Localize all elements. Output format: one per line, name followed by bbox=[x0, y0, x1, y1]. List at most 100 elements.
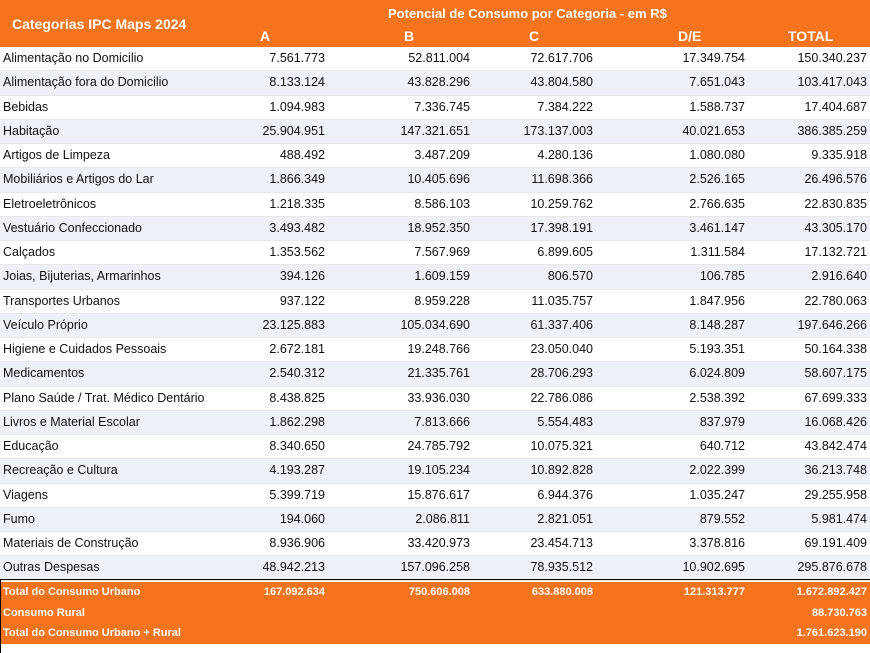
row-value: 29.255.958 bbox=[804, 487, 867, 502]
row-value: 157.096.258 bbox=[400, 560, 470, 575]
row-label: Joias, Bijuterias, Armarinhos bbox=[3, 269, 161, 284]
row-value: 173.137.003 bbox=[523, 123, 593, 138]
row-value: 28.706.293 bbox=[530, 366, 593, 381]
row-value: 17.132.721 bbox=[804, 245, 867, 259]
row-value: 18.952.350 bbox=[407, 220, 470, 235]
row-value: 2.916.640 bbox=[811, 269, 867, 284]
row-value: 4.193.287 bbox=[269, 463, 325, 478]
row-value: 10.075.321 bbox=[530, 439, 593, 453]
row-value: 25.904.951 bbox=[262, 123, 325, 138]
table-row: Veículo Próprio 23.125.883 105.034.690 61.3… bbox=[0, 313, 870, 338]
row-label: Recreação e Cultura bbox=[3, 463, 118, 478]
row-value: 103.417.043 bbox=[797, 75, 867, 90]
row-value: 78.935.512 bbox=[530, 560, 593, 575]
row-value: 1.080.080 bbox=[689, 148, 745, 162]
row-value: 6.899.605 bbox=[537, 245, 593, 259]
row-value: 8.148.287 bbox=[689, 317, 745, 332]
row-label: Higiene e Cuidados Pessoais bbox=[3, 342, 167, 356]
row-value: 22.786.086 bbox=[530, 390, 593, 405]
table-row: Higiene e Cuidados Pessoais 2.672.181 19.2… bbox=[0, 338, 870, 363]
table-row: Alimentação fora do Domicilio 8.133.124 43… bbox=[0, 71, 870, 96]
row-value: 2.526.165 bbox=[689, 172, 745, 187]
row-value: 105.034.690 bbox=[400, 317, 470, 332]
row-value: 16.068.426 bbox=[804, 414, 867, 429]
row-value: 23.454.713 bbox=[530, 536, 593, 550]
row-value: 640.712 bbox=[699, 439, 745, 453]
row-value: 2.022.399 bbox=[689, 463, 745, 478]
table-row: Recreação e Cultura 4.193.287 19.105.234 10… bbox=[0, 459, 870, 484]
row-value: 806.570 bbox=[547, 269, 593, 284]
table-row: Bebidas 1.094.983 7.336.745 7.384.222 1.588.… bbox=[0, 96, 870, 120]
row-value: 1.094.983 bbox=[269, 99, 325, 114]
row-value: 61.337.406 bbox=[530, 317, 593, 332]
row-value: 2.766.635 bbox=[689, 196, 745, 211]
totals-value: 633.880.008 bbox=[531, 586, 593, 598]
row-value: 11.698.366 bbox=[531, 172, 593, 187]
totals-value: 88.730.763 bbox=[811, 606, 867, 619]
table-row: Educação 8.340.650 24.785.792 10.075.321 640… bbox=[0, 435, 870, 460]
column-header-de: D/E bbox=[678, 28, 702, 44]
row-value: 11.035.757 bbox=[531, 293, 593, 308]
row-value: 2.540.312 bbox=[269, 366, 325, 381]
totals-value: 750.606.008 bbox=[408, 586, 470, 598]
row-value: 197.646.266 bbox=[797, 317, 867, 332]
row-value: 2.672.181 bbox=[269, 342, 325, 356]
row-value: 106.785 bbox=[699, 269, 745, 284]
table-row: Joias, Bijuterias, Armarinhos 394.126 1.60… bbox=[0, 265, 870, 290]
row-value: 8.340.650 bbox=[269, 439, 325, 453]
totals-row: Total do Consumo Urbano 167.092.634 750.60… bbox=[0, 582, 870, 603]
row-value: 3.487.209 bbox=[414, 148, 470, 162]
row-value: 2.821.051 bbox=[537, 511, 593, 526]
row-value: 6.944.376 bbox=[537, 487, 593, 502]
row-value: 40.021.653 bbox=[682, 123, 745, 138]
row-value: 48.942.213 bbox=[262, 560, 325, 575]
row-value: 4.280.136 bbox=[537, 148, 593, 162]
column-header-a: A bbox=[260, 28, 271, 44]
row-value: 9.335.918 bbox=[811, 148, 867, 162]
categories-header: Categorias IPC Maps 2024 bbox=[12, 16, 187, 32]
row-label: Transportes Urbanos bbox=[3, 293, 120, 308]
row-label: Materiais de Construção bbox=[3, 536, 139, 550]
table-row: Medicamentos 2.540.312 21.335.761 28.706.29… bbox=[0, 362, 870, 387]
row-value: 10.892.828 bbox=[530, 463, 593, 478]
row-value: 43.842.474 bbox=[804, 439, 867, 453]
row-label: Calçados bbox=[3, 245, 56, 259]
row-value: 43.828.296 bbox=[407, 75, 470, 90]
totals-label: Total do Consumo Urbano bbox=[3, 586, 141, 598]
row-value: 7.561.773 bbox=[269, 51, 325, 65]
row-value: 3.378.816 bbox=[689, 536, 745, 550]
row-value: 2.538.392 bbox=[689, 390, 745, 405]
row-value: 22.780.063 bbox=[804, 293, 867, 308]
row-value: 1.588.737 bbox=[689, 99, 745, 114]
row-label: Habitação bbox=[3, 123, 60, 138]
row-value: 150.340.237 bbox=[797, 51, 867, 65]
row-value: 26.496.576 bbox=[804, 172, 867, 187]
row-value: 488.492 bbox=[279, 148, 325, 162]
row-value: 69.191.409 bbox=[804, 536, 867, 550]
row-value: 22.830.835 bbox=[804, 196, 867, 211]
row-label: Educação bbox=[3, 439, 59, 453]
row-value: 1.218.335 bbox=[269, 196, 325, 211]
table-row: Alimentação no Domicilio 7.561.773 52.811.… bbox=[0, 47, 870, 72]
table-row: Habitação 25.904.951 147.321.651 173.137.00… bbox=[0, 119, 870, 144]
row-value: 10.405.696 bbox=[407, 172, 470, 187]
row-value: 7.567.969 bbox=[414, 245, 470, 259]
totals-label: Consumo Rural bbox=[3, 606, 85, 619]
row-value: 1.862.298 bbox=[269, 414, 325, 429]
row-value: 8.936.906 bbox=[269, 536, 325, 550]
table-row: Calçados 1.353.562 7.567.969 6.899.605 1.311… bbox=[0, 241, 870, 266]
table-row: Outras Despesas 48.942.213 157.096.258 78.9… bbox=[0, 556, 870, 581]
totals-value: 167.092.634 bbox=[263, 586, 325, 598]
row-value: 24.785.792 bbox=[407, 439, 470, 453]
table-row: Fumo 194.060 2.086.811 2.821.051 879.552 5.98… bbox=[0, 507, 870, 532]
totals-label: Total do Consumo Urbano + Rural bbox=[3, 627, 181, 639]
column-header-c: C bbox=[529, 28, 540, 44]
row-value: 33.936.030 bbox=[407, 390, 470, 405]
row-value: 295.876.678 bbox=[797, 560, 867, 575]
row-value: 52.811.004 bbox=[408, 51, 470, 65]
row-value: 43.804.580 bbox=[530, 75, 593, 90]
row-value: 394.126 bbox=[279, 269, 325, 284]
row-value: 1.035.247 bbox=[689, 487, 745, 502]
row-label: Alimentação no Domicilio bbox=[3, 51, 144, 65]
row-label: Outras Despesas bbox=[3, 560, 100, 575]
